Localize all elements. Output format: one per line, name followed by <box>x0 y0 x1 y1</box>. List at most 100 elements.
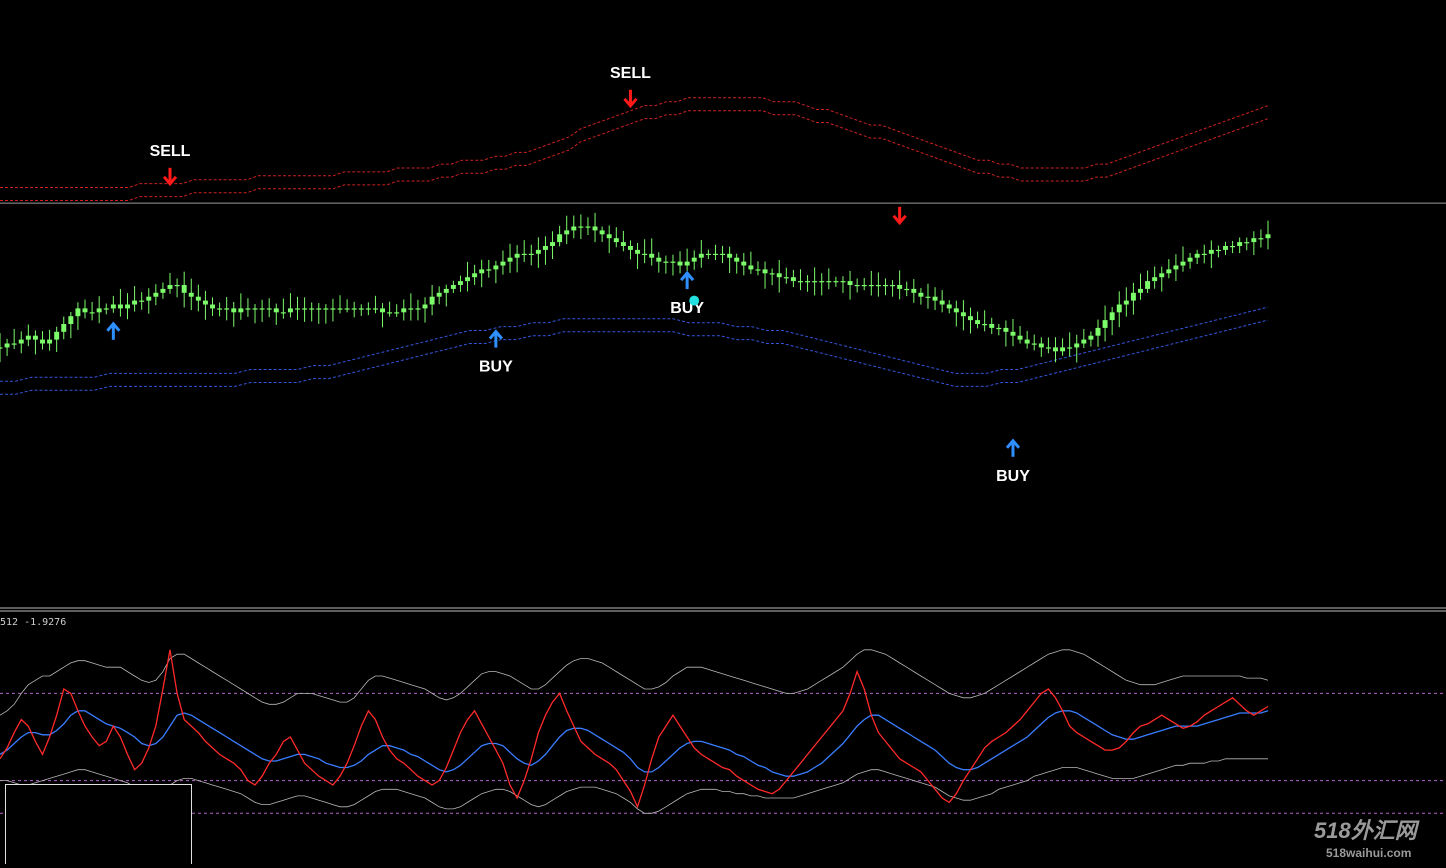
candle-body <box>139 300 145 302</box>
lower-band-line-1 <box>0 319 1269 395</box>
candle-body <box>493 265 499 270</box>
candle-body <box>734 257 740 262</box>
candle-body <box>429 296 435 305</box>
candle-body <box>797 281 803 283</box>
candle-body <box>1095 327 1101 336</box>
candle-body <box>1194 253 1200 258</box>
candle-body <box>613 238 619 243</box>
candle-body <box>663 261 669 263</box>
candle-body <box>542 246 548 250</box>
candle-body <box>401 308 407 313</box>
buy-signal-arrow-icon <box>1005 438 1021 457</box>
sell-signal-arrow-icon <box>892 206 907 226</box>
candle-body <box>1223 246 1228 250</box>
candle-body <box>642 253 648 255</box>
candle-body <box>968 316 973 321</box>
candle-body <box>989 324 995 328</box>
candle-body <box>1180 261 1186 266</box>
candle-body <box>635 249 641 254</box>
chart-canvas[interactable]: SELL BUY SELL BUY BUY 512 -1.9276 518外汇网 518… <box>0 0 1446 863</box>
candle-body <box>68 316 74 324</box>
candle-body <box>826 281 832 283</box>
candle-body <box>273 308 279 313</box>
candle-body <box>1024 339 1030 344</box>
candle-body <box>677 261 683 266</box>
candle-body <box>1159 273 1165 278</box>
candle-body <box>1173 265 1179 270</box>
candle-body <box>245 308 251 310</box>
candle-body <box>422 304 428 309</box>
candle-body <box>1102 320 1108 328</box>
candle-body <box>47 339 53 344</box>
candle-body <box>1152 277 1158 282</box>
candle-body <box>110 304 116 309</box>
candle-body <box>351 308 357 310</box>
candle-body <box>585 226 591 228</box>
candle-body <box>620 242 626 246</box>
candle-body <box>132 300 138 305</box>
candle-body <box>195 296 201 301</box>
candle-body <box>316 308 322 310</box>
candle-body <box>550 242 556 246</box>
candle-body <box>670 261 676 263</box>
candle-body <box>443 288 449 293</box>
candle-body <box>1251 238 1257 243</box>
candle-body <box>946 304 952 309</box>
candle-body <box>1109 312 1115 321</box>
candle-body <box>217 308 223 310</box>
candle-body <box>727 253 733 258</box>
blank-panel <box>5 784 192 864</box>
candle-body <box>507 257 513 262</box>
candle-body <box>975 320 981 324</box>
candle-body <box>387 312 393 314</box>
candle-body <box>174 285 180 287</box>
candle-body <box>1088 335 1094 340</box>
buy-signal-label: BUY <box>996 468 1030 485</box>
candle-body <box>691 257 697 262</box>
candle-body <box>805 281 811 283</box>
candle-body <box>755 269 761 271</box>
candle-body <box>514 253 520 258</box>
trading-chart[interactable]: SELL BUY SELL BUY BUY 512 -1.9276 518外汇网 518… <box>0 0 1446 864</box>
candle-body <box>1258 238 1264 240</box>
sell-signal-arrow-icon <box>623 89 638 109</box>
candle-body <box>1208 249 1214 254</box>
candle-body <box>684 261 690 266</box>
candle-body <box>415 308 421 310</box>
oscillator-pane[interactable] <box>0 649 1446 814</box>
candle-body <box>32 335 38 340</box>
candle-body <box>812 281 818 283</box>
candle-body <box>1145 281 1151 289</box>
candle-body <box>302 308 308 310</box>
candle-body <box>1187 257 1193 262</box>
candle-body <box>231 308 237 313</box>
candle-body <box>649 253 655 258</box>
price-pane[interactable]: SELL BUY SELL BUY BUY <box>0 65 1446 485</box>
candle-body <box>486 269 492 271</box>
candle-body <box>188 292 194 297</box>
candle-body <box>465 277 471 282</box>
candle-body <box>408 308 414 310</box>
candle-body <box>323 308 329 310</box>
candle-body <box>656 257 662 262</box>
candle-body <box>1130 292 1136 301</box>
buy-signal-arrow-icon <box>679 270 695 290</box>
candle-body <box>89 312 95 314</box>
candle-body <box>479 269 485 274</box>
candle-body <box>40 339 45 344</box>
candle-body <box>18 339 24 344</box>
candle-body <box>1081 339 1087 344</box>
candle-body <box>450 285 456 289</box>
candle-body <box>1067 347 1073 349</box>
candle-body <box>875 285 881 287</box>
candle-body <box>25 335 31 340</box>
candle-body <box>939 300 945 305</box>
candle-body <box>210 304 215 309</box>
candle-body <box>11 343 17 345</box>
candle-body <box>472 273 478 278</box>
candle-body <box>1017 335 1023 340</box>
candle-body <box>436 292 442 297</box>
candle-body <box>4 343 10 348</box>
watermark-logo-text: 518外汇网 <box>1314 818 1420 843</box>
candle-body <box>82 308 88 313</box>
